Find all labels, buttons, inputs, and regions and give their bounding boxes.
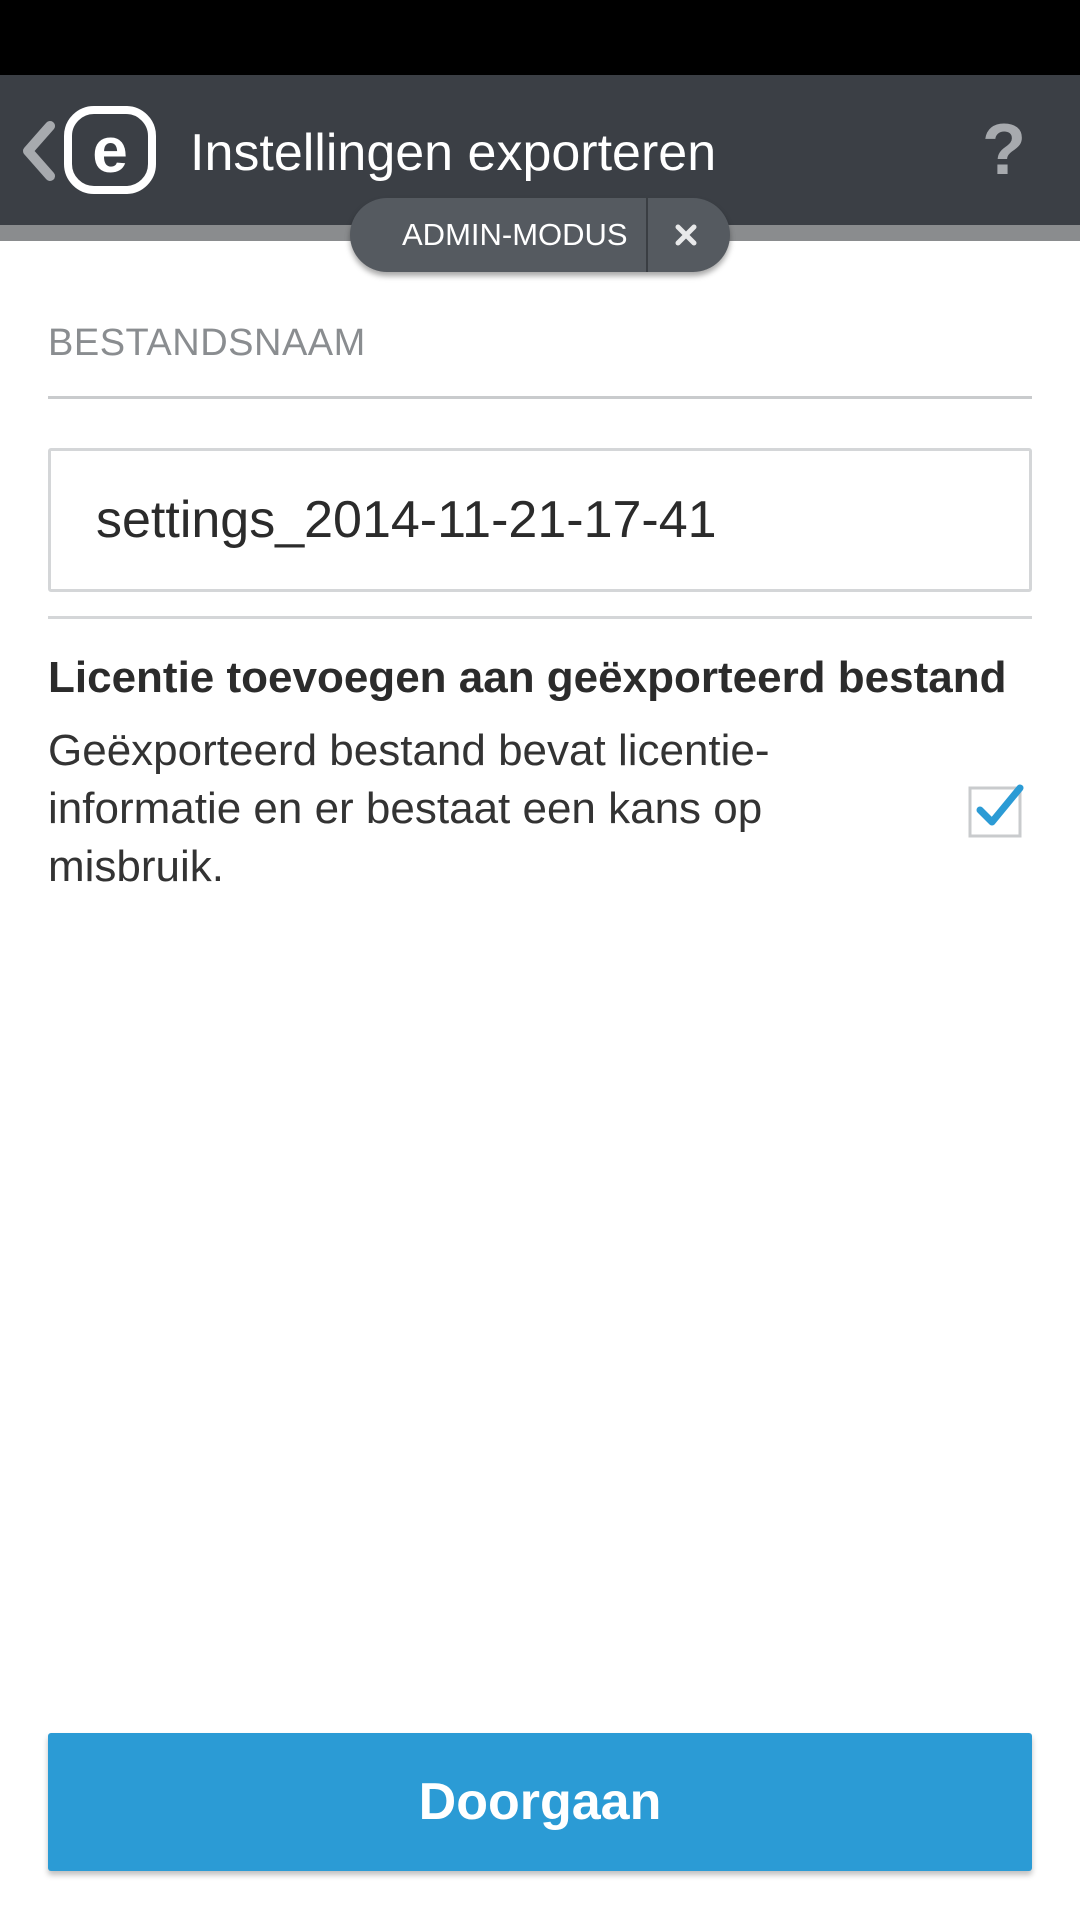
close-icon[interactable] [650, 198, 722, 272]
license-checkbox[interactable] [968, 782, 1026, 838]
filename-input[interactable] [48, 448, 1032, 592]
help-icon[interactable]: ? [980, 112, 1028, 188]
filename-section-label: BESTANDSNAAM [48, 322, 366, 364]
eset-logo: e [64, 106, 156, 194]
back-chevron-icon[interactable] [18, 118, 58, 184]
license-option-title: Licentie toevoegen aan geëxporteerd best… [48, 653, 1007, 702]
admin-mode-badge: ADMIN-MODUS [350, 198, 730, 272]
license-option-description: Geëxporteerd bestand bevat licentie-info… [48, 726, 770, 891]
divider [48, 616, 1032, 619]
divider [48, 396, 1032, 399]
logo-letter: e [92, 114, 128, 186]
status-bar [0, 0, 1080, 75]
admin-mode-divider [646, 198, 648, 272]
admin-mode-label: ADMIN-MODUS [402, 217, 628, 252]
page-title: Instellingen exporteren [190, 124, 717, 182]
continue-button[interactable]: Doorgaan [48, 1733, 1032, 1871]
